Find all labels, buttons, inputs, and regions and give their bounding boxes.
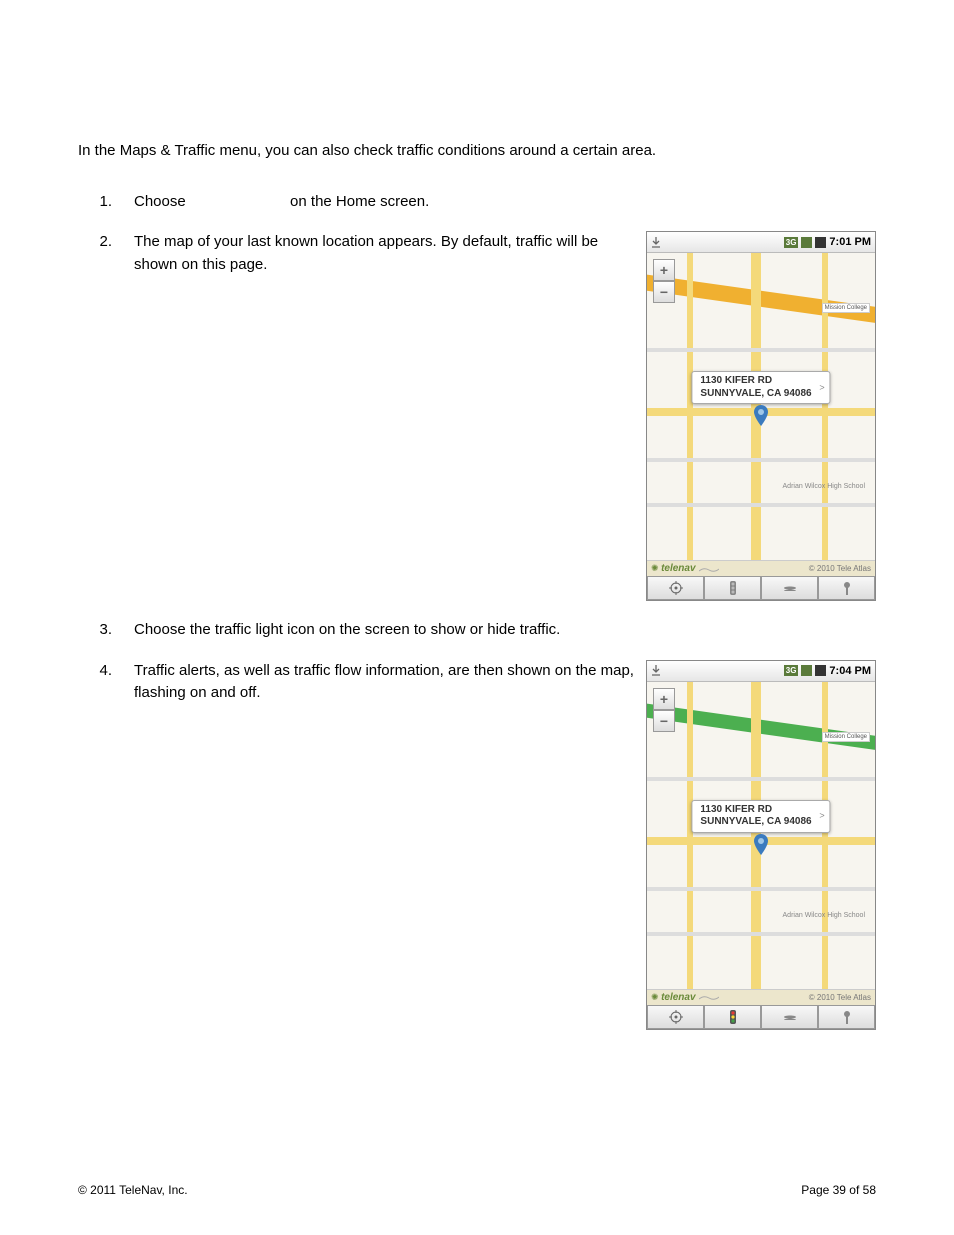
intro-text: In the Maps & Traffic menu, you can also… xyxy=(78,140,876,163)
places-button[interactable] xyxy=(818,1005,875,1029)
steps-list: 1. Choose on the Home screen. 2. The map… xyxy=(78,191,876,1030)
locate-button[interactable] xyxy=(647,576,704,600)
status-time: 7:04 PM xyxy=(829,665,871,677)
footer-copyright: © 2011 TeleNav, Inc. xyxy=(78,1183,188,1197)
layers-button[interactable] xyxy=(761,576,818,600)
telenav-logo: ✺ telenav xyxy=(651,992,696,1003)
battery-icon xyxy=(815,237,826,248)
status-time: 7:01 PM xyxy=(829,236,871,248)
step-number: 1. xyxy=(78,191,134,214)
address-callout[interactable]: 1130 KIFER RD SUNNYVALE, CA 94086 xyxy=(691,371,830,404)
phone-screenshot-2: 3G 7:04 PM Mission College xyxy=(646,660,876,1030)
address-callout[interactable]: 1130 KIFER RD SUNNYVALE, CA 94086 xyxy=(691,800,830,833)
map-copyright: © 2010 Tele Atlas xyxy=(809,564,871,573)
places-button[interactable] xyxy=(818,576,875,600)
zoom-out-button[interactable]: − xyxy=(653,281,675,303)
step-text: Traffic alerts, as well as traffic flow … xyxy=(134,660,634,705)
zoom-in-button[interactable]: + xyxy=(653,259,675,281)
step-number: 3. xyxy=(78,619,134,642)
map-copyright: © 2010 Tele Atlas xyxy=(809,993,871,1002)
download-icon xyxy=(651,665,671,676)
footer-page-number: Page 39 of 58 xyxy=(801,1183,876,1197)
signal-icon xyxy=(801,237,812,248)
map-poi-school: Adrian Wilcox High School xyxy=(783,483,865,490)
map-pin-icon xyxy=(753,405,769,427)
step-2-row: 2. The map of your last known location a… xyxy=(78,231,876,601)
step-1: 1. Choose on the Home screen. xyxy=(78,191,876,214)
step-number: 4. xyxy=(78,660,134,705)
network-3g-icon: 3G xyxy=(784,665,799,676)
step-1-choose: Choose xyxy=(134,193,186,210)
traffic-light-button-active[interactable] xyxy=(704,1005,761,1029)
telenav-logo: ✺ telenav xyxy=(651,563,696,574)
map-pin-icon xyxy=(753,834,769,856)
map-poi-college: Mission College xyxy=(822,303,870,313)
address-line-1: 1130 KIFER RD xyxy=(700,804,811,817)
layers-button[interactable] xyxy=(761,1005,818,1029)
phone-screenshot-1: 3G 7:01 PM Mission College xyxy=(646,231,876,601)
status-bar: 3G 7:04 PM xyxy=(647,661,875,682)
page-footer: © 2011 TeleNav, Inc. Page 39 of 58 xyxy=(78,1183,876,1197)
map-poi-college: Mission College xyxy=(822,732,870,742)
step-3: 3. Choose the traffic light icon on the … xyxy=(78,619,876,642)
step-text: Choose the traffic light icon on the scr… xyxy=(134,619,634,642)
map-area[interactable]: Mission College Adrian Wilcox High Schoo… xyxy=(647,682,875,1005)
map-area[interactable]: Mission College Adrian Wilcox High Schoo… xyxy=(647,253,875,576)
step-text: Choose on the Home screen. xyxy=(134,191,634,214)
map-brand-bar: ✺ telenav © 2010 Tele Atlas xyxy=(647,989,875,1005)
map-brand-bar: ✺ telenav © 2010 Tele Atlas xyxy=(647,560,875,576)
zoom-in-button[interactable]: + xyxy=(653,688,675,710)
zoom-out-button[interactable]: − xyxy=(653,710,675,732)
step-1-rest: on the Home screen. xyxy=(290,193,429,210)
battery-icon xyxy=(815,665,826,676)
map-poi-school: Adrian Wilcox High School xyxy=(783,912,865,919)
locate-button[interactable] xyxy=(647,1005,704,1029)
address-line-2: SUNNYVALE, CA 94086 xyxy=(700,388,811,401)
signal-icon xyxy=(801,665,812,676)
download-icon xyxy=(651,237,671,248)
address-line-2: SUNNYVALE, CA 94086 xyxy=(700,816,811,829)
address-line-1: 1130 KIFER RD xyxy=(700,375,811,388)
step-4-row: 4. Traffic alerts, as well as traffic fl… xyxy=(78,660,876,1030)
network-3g-icon: 3G xyxy=(784,237,799,248)
map-toolbar xyxy=(647,576,875,600)
traffic-light-button[interactable] xyxy=(704,576,761,600)
status-bar: 3G 7:01 PM xyxy=(647,232,875,253)
map-toolbar xyxy=(647,1005,875,1029)
step-text: The map of your last known location appe… xyxy=(134,231,634,276)
step-number: 2. xyxy=(78,231,134,276)
